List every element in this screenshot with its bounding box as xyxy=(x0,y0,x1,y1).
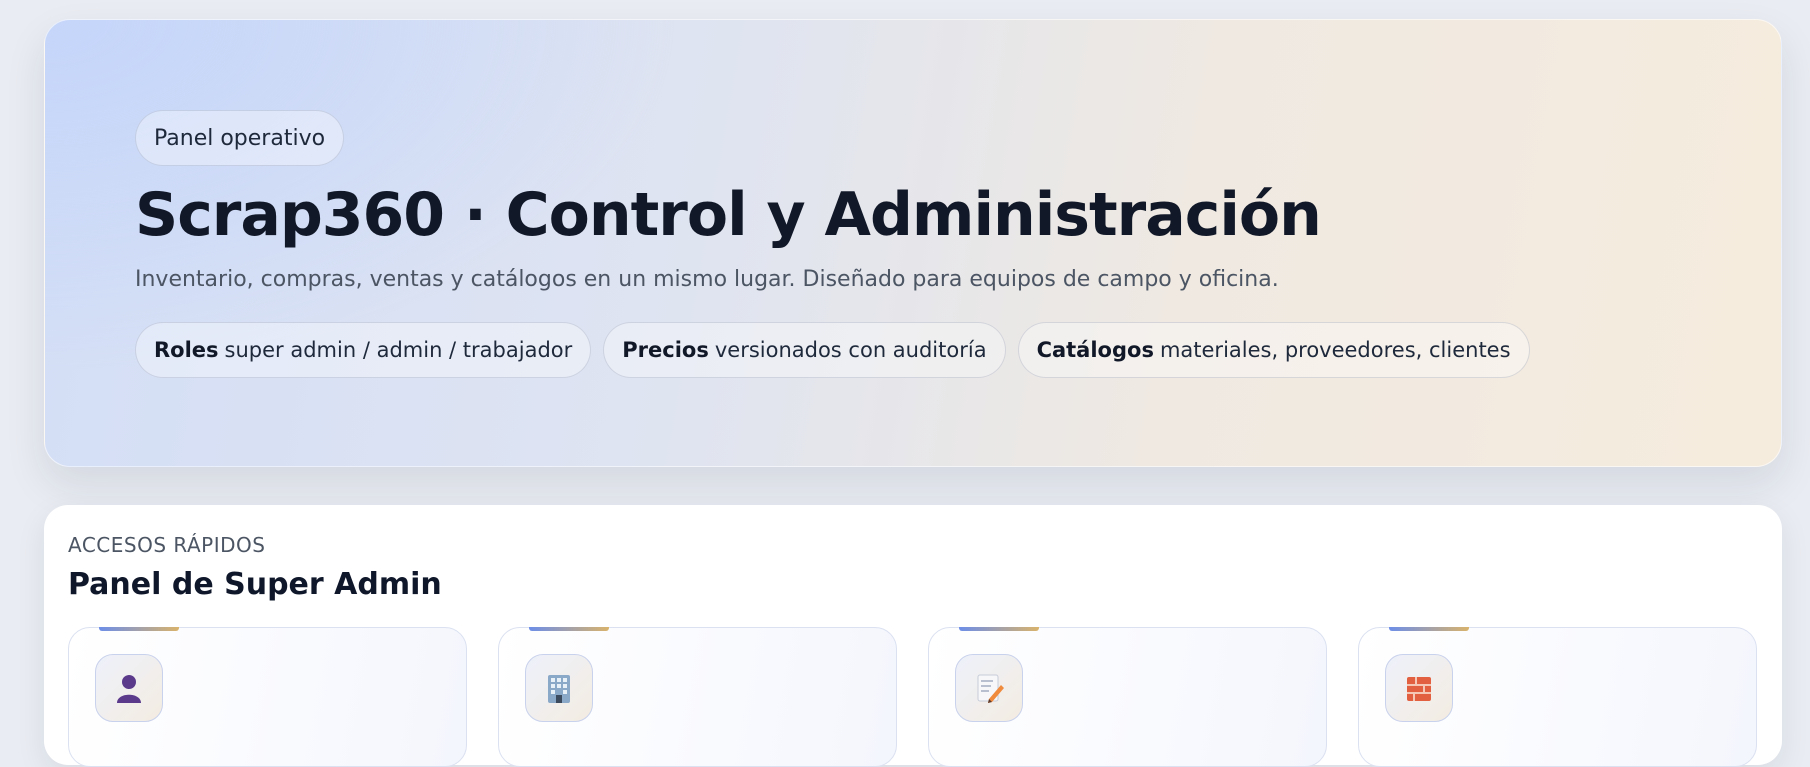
hero-banner: Panel operativo Scrap360 · Control y Adm… xyxy=(44,19,1782,467)
quick-access-card-materials[interactable] xyxy=(1358,627,1757,767)
page-subtitle: Inventario, compras, ventas y catálogos … xyxy=(135,267,1279,292)
chip-catalogos: Catálogos materiales, proveedores, clien… xyxy=(1017,322,1530,378)
card-accent-bar xyxy=(959,627,1039,631)
panel-tag-label: Panel operativo xyxy=(154,125,326,151)
chip-roles-text: super admin / admin / trabajador xyxy=(224,338,573,362)
chip-precios-label: Precios xyxy=(622,338,709,362)
chip-catalogos-label: Catálogos xyxy=(1036,338,1154,362)
memo-icon xyxy=(955,654,1023,722)
quick-access-card-buildings[interactable] xyxy=(498,627,897,767)
chip-precios-text: versionados con auditoría xyxy=(714,338,987,362)
card-accent-bar xyxy=(99,627,179,631)
chip-roles-label: Roles xyxy=(154,338,219,362)
section-title: Panel de Super Admin xyxy=(68,567,442,602)
chip-catalogos-text: materiales, proveedores, clientes xyxy=(1159,338,1511,362)
quick-access-panel: ACCESOS RÁPIDOS Panel de Super Admin xyxy=(44,505,1782,767)
card-accent-bar xyxy=(529,627,609,631)
brick-icon xyxy=(1385,654,1453,722)
quick-access-card-users[interactable] xyxy=(68,627,467,767)
page-title: Scrap360 · Control y Administración xyxy=(135,180,1322,250)
building-icon xyxy=(525,654,593,722)
quick-access-card-documents[interactable] xyxy=(928,627,1327,767)
section-eyebrow: ACCESOS RÁPIDOS xyxy=(68,533,266,557)
chip-precios: Precios versionados con auditoría xyxy=(603,322,1006,378)
user-icon xyxy=(95,654,163,722)
feature-chips: Roles super admin / admin / trabajador P… xyxy=(135,322,1530,378)
card-accent-bar xyxy=(1389,627,1469,631)
chip-roles: Roles super admin / admin / trabajador xyxy=(135,322,592,378)
quick-access-cards xyxy=(68,627,1757,767)
panel-tag: Panel operativo xyxy=(135,110,345,166)
